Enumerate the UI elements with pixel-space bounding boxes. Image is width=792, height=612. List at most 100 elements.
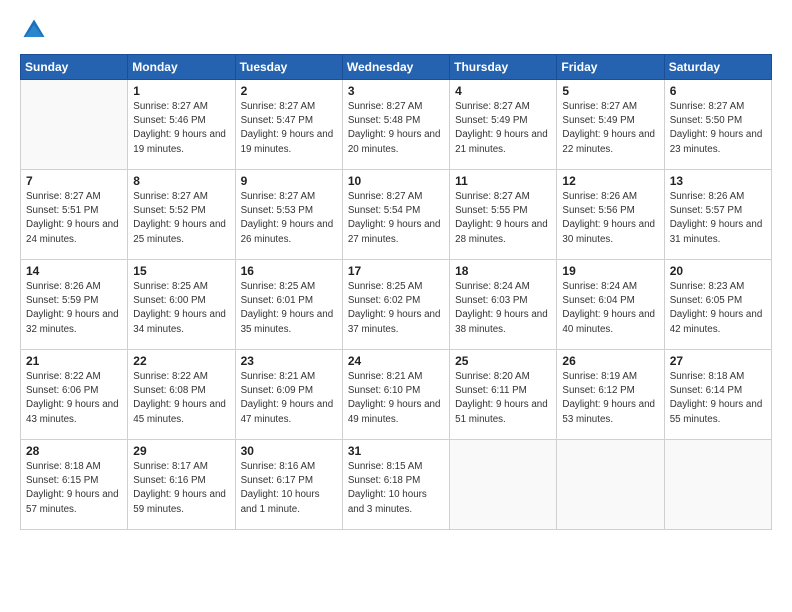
day-detail: Sunrise: 8:21 AM Sunset: 6:10 PM Dayligh… [348,370,444,427]
day-cell: 12 Sunrise: 8:26 AM Sunset: 5:56 PM Dayli… [557,170,664,260]
day-number: 17 [348,264,444,278]
day-cell: 10 Sunrise: 8:27 AM Sunset: 5:54 PM Dayli… [342,170,449,260]
day-number: 7 [26,174,122,188]
day-number: 21 [26,354,122,368]
day-cell [21,80,128,170]
day-cell: 7 Sunrise: 8:27 AM Sunset: 5:51 PM Daylig… [21,170,128,260]
day-detail: Sunrise: 8:21 AM Sunset: 6:09 PM Dayligh… [241,370,337,427]
day-cell: 20 Sunrise: 8:23 AM Sunset: 6:05 PM Dayli… [664,260,771,350]
day-number: 25 [455,354,551,368]
day-detail: Sunrise: 8:27 AM Sunset: 5:48 PM Dayligh… [348,100,444,157]
weekday-wednesday: Wednesday [342,55,449,80]
day-number: 23 [241,354,337,368]
day-cell: 28 Sunrise: 8:18 AM Sunset: 6:15 PM Dayli… [21,440,128,530]
week-row-1: 7 Sunrise: 8:27 AM Sunset: 5:51 PM Daylig… [21,170,772,260]
day-cell: 15Sunrise: 8:25 AM Sunset: 6:00 PM Dayli… [128,260,235,350]
day-detail: Sunrise: 8:15 AM Sunset: 6:18 PM Dayligh… [348,460,444,517]
day-cell: 13 Sunrise: 8:26 AM Sunset: 5:57 PM Dayli… [664,170,771,260]
day-detail: Sunrise: 8:27 AM Sunset: 5:54 PM Dayligh… [348,190,444,247]
day-number: 29 [133,444,229,458]
day-detail: Sunrise: 8:27 AM Sunset: 5:47 PM Dayligh… [241,100,337,157]
day-detail: Sunrise: 8:27 AM Sunset: 5:51 PM Dayligh… [26,190,122,247]
week-row-2: 14 Sunrise: 8:26 AM Sunset: 5:59 PM Dayli… [21,260,772,350]
header [20,16,772,44]
day-detail: Sunrise: 8:19 AM Sunset: 6:12 PM Dayligh… [562,370,658,427]
day-cell: 27Sunrise: 8:18 AM Sunset: 6:14 PM Dayli… [664,350,771,440]
day-detail: Sunrise: 8:16 AM Sunset: 6:17 PM Dayligh… [241,460,337,517]
day-cell: 21 Sunrise: 8:22 AM Sunset: 6:06 PM Dayli… [21,350,128,440]
day-cell: 5 Sunrise: 8:27 AM Sunset: 5:49 PM Daylig… [557,80,664,170]
day-detail: Sunrise: 8:26 AM Sunset: 5:57 PM Dayligh… [670,190,766,247]
day-detail: Sunrise: 8:20 AM Sunset: 6:11 PM Dayligh… [455,370,551,427]
day-number: 28 [26,444,122,458]
day-number: 4 [455,84,551,98]
weekday-thursday: Thursday [450,55,557,80]
week-row-3: 21 Sunrise: 8:22 AM Sunset: 6:06 PM Dayli… [21,350,772,440]
day-number: 16 [241,264,337,278]
day-cell: 26 Sunrise: 8:19 AM Sunset: 6:12 PM Dayli… [557,350,664,440]
day-detail: Sunrise: 8:25 AM Sunset: 6:01 PM Dayligh… [241,280,337,337]
day-number: 30 [241,444,337,458]
day-number: 13 [670,174,766,188]
day-cell [557,440,664,530]
day-number: 24 [348,354,444,368]
day-cell: 29 Sunrise: 8:17 AM Sunset: 6:16 PM Dayli… [128,440,235,530]
day-cell: 30 Sunrise: 8:16 AM Sunset: 6:17 PM Dayli… [235,440,342,530]
week-row-4: 28 Sunrise: 8:18 AM Sunset: 6:15 PM Dayli… [21,440,772,530]
day-number: 14 [26,264,122,278]
day-detail: Sunrise: 8:26 AM Sunset: 5:56 PM Dayligh… [562,190,658,247]
day-cell: 2Sunrise: 8:27 AM Sunset: 5:47 PM Daylig… [235,80,342,170]
page: SundayMondayTuesdayWednesdayThursdayFrid… [0,0,792,612]
day-number: 22 [133,354,229,368]
day-detail: Sunrise: 8:25 AM Sunset: 6:00 PM Dayligh… [133,280,229,337]
day-detail: Sunrise: 8:18 AM Sunset: 6:15 PM Dayligh… [26,460,122,517]
day-detail: Sunrise: 8:17 AM Sunset: 6:16 PM Dayligh… [133,460,229,517]
day-cell: 9 Sunrise: 8:27 AM Sunset: 5:53 PM Daylig… [235,170,342,260]
day-cell: 16 Sunrise: 8:25 AM Sunset: 6:01 PM Dayli… [235,260,342,350]
day-number: 3 [348,84,444,98]
weekday-monday: Monday [128,55,235,80]
day-detail: Sunrise: 8:27 AM Sunset: 5:53 PM Dayligh… [241,190,337,247]
day-detail: Sunrise: 8:23 AM Sunset: 6:05 PM Dayligh… [670,280,766,337]
day-detail: Sunrise: 8:25 AM Sunset: 6:02 PM Dayligh… [348,280,444,337]
day-number: 10 [348,174,444,188]
day-cell: 22Sunrise: 8:22 AM Sunset: 6:08 PM Dayli… [128,350,235,440]
day-number: 11 [455,174,551,188]
day-number: 6 [670,84,766,98]
day-detail: Sunrise: 8:27 AM Sunset: 5:55 PM Dayligh… [455,190,551,247]
day-cell [450,440,557,530]
weekday-tuesday: Tuesday [235,55,342,80]
day-detail: Sunrise: 8:27 AM Sunset: 5:49 PM Dayligh… [455,100,551,157]
day-cell: 19Sunrise: 8:24 AM Sunset: 6:04 PM Dayli… [557,260,664,350]
day-detail: Sunrise: 8:26 AM Sunset: 5:59 PM Dayligh… [26,280,122,337]
day-number: 8 [133,174,229,188]
day-cell: 4 Sunrise: 8:27 AM Sunset: 5:49 PM Daylig… [450,80,557,170]
day-cell [664,440,771,530]
day-number: 5 [562,84,658,98]
weekday-sunday: Sunday [21,55,128,80]
day-number: 26 [562,354,658,368]
day-cell: 14 Sunrise: 8:26 AM Sunset: 5:59 PM Dayli… [21,260,128,350]
day-cell: 6 Sunrise: 8:27 AM Sunset: 5:50 PM Daylig… [664,80,771,170]
day-cell: 23 Sunrise: 8:21 AM Sunset: 6:09 PM Dayli… [235,350,342,440]
weekday-saturday: Saturday [664,55,771,80]
day-detail: Sunrise: 8:27 AM Sunset: 5:52 PM Dayligh… [133,190,229,247]
day-detail: Sunrise: 8:27 AM Sunset: 5:50 PM Dayligh… [670,100,766,157]
day-number: 1 [133,84,229,98]
day-number: 9 [241,174,337,188]
day-detail: Sunrise: 8:27 AM Sunset: 5:49 PM Dayligh… [562,100,658,157]
day-detail: Sunrise: 8:22 AM Sunset: 6:06 PM Dayligh… [26,370,122,427]
day-cell: 24 Sunrise: 8:21 AM Sunset: 6:10 PM Dayli… [342,350,449,440]
day-detail: Sunrise: 8:24 AM Sunset: 6:03 PM Dayligh… [455,280,551,337]
day-cell: 31 Sunrise: 8:15 AM Sunset: 6:18 PM Dayli… [342,440,449,530]
day-number: 31 [348,444,444,458]
day-cell: 8 Sunrise: 8:27 AM Sunset: 5:52 PM Daylig… [128,170,235,260]
day-number: 18 [455,264,551,278]
day-number: 12 [562,174,658,188]
day-cell: 18 Sunrise: 8:24 AM Sunset: 6:03 PM Dayli… [450,260,557,350]
logo-icon [20,16,48,44]
day-number: 20 [670,264,766,278]
day-detail: Sunrise: 8:24 AM Sunset: 6:04 PM Dayligh… [562,280,658,337]
week-row-0: 1Sunrise: 8:27 AM Sunset: 5:46 PM Daylig… [21,80,772,170]
day-cell: 17 Sunrise: 8:25 AM Sunset: 6:02 PM Dayli… [342,260,449,350]
